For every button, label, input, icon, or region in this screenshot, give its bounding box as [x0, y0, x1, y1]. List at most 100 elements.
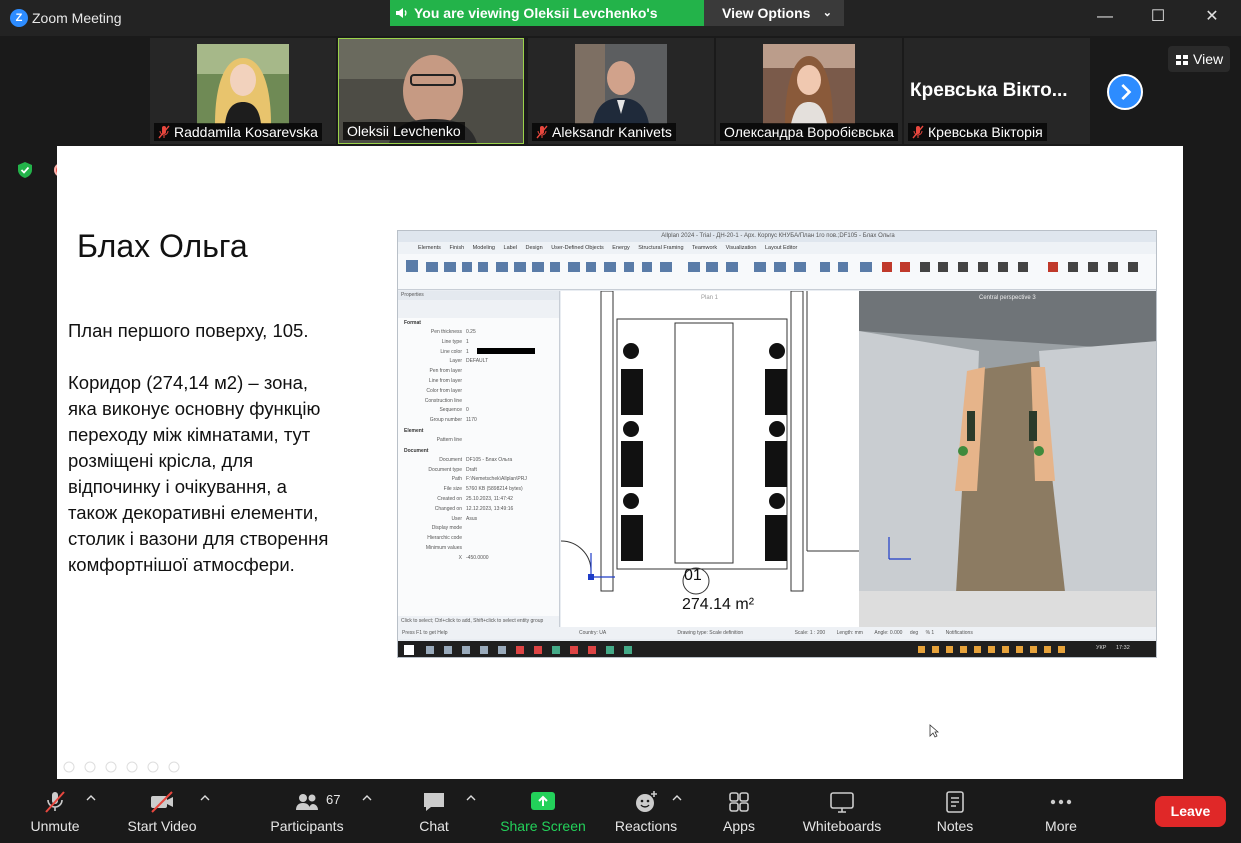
participant-tile-active[interactable]: Oleksii Levchenko [338, 38, 524, 144]
ribbon-tab: Structural Framing [638, 245, 684, 251]
share-screen-icon [531, 792, 555, 810]
shared-screen: Блах Ольга План першого поверху, 105. Ко… [57, 146, 1183, 779]
prop-row: Line from layer [428, 377, 462, 384]
reactions-button[interactable]: Reactions [612, 790, 680, 838]
leave-button[interactable]: Leave [1155, 796, 1226, 827]
minimize-button[interactable]: — [1093, 6, 1117, 28]
participant-video [763, 44, 855, 124]
close-button[interactable]: ✕ [1200, 6, 1224, 28]
start-video-button[interactable]: Start Video [124, 790, 200, 838]
perspective-3d-view: Central perspective 3 [859, 291, 1156, 627]
prop-section: Document [404, 447, 429, 454]
prop-row: Construction line [424, 397, 462, 404]
prop-section: Format [404, 320, 421, 326]
plan-tab-label: Plan 1 [701, 295, 719, 301]
title-bar: Z Zoom Meeting You are viewing Oleksii L… [0, 0, 1241, 47]
ribbon-tab: Label [503, 245, 517, 251]
allplan-properties-panel: Properties Format Pen thickness 0.25 Line… [398, 291, 560, 627]
allplan-ribbon-tabs: Elements Finish Modeling Label Design Us… [398, 242, 1156, 254]
security-shield-icon[interactable] [16, 161, 34, 179]
notes-icon [946, 791, 964, 813]
whiteboards-button[interactable]: Whiteboards [798, 790, 886, 838]
slide-title: Блах Ольга [77, 228, 248, 264]
prop-row: Document type Draft [428, 466, 477, 473]
slide-paragraph: Коридор (274,14 м2) – зона, яка виконує … [68, 372, 329, 575]
muted-mic-icon [45, 791, 65, 813]
chat-button[interactable]: Chat [410, 790, 458, 838]
more-dots-icon [1050, 799, 1072, 805]
share-screen-button[interactable]: Share Screen [498, 790, 588, 838]
notes-button[interactable]: Notes [930, 790, 980, 838]
participant-tile[interactable]: Кревська Вікто... Кревська Вікторія [904, 38, 1090, 144]
more-button[interactable]: More [1036, 790, 1086, 838]
chevron-up-icon[interactable] [86, 794, 96, 802]
ribbon-tab: Design [525, 245, 543, 251]
maximize-button[interactable]: ☐ [1146, 6, 1170, 28]
prop-row: Group number 1170 [429, 417, 477, 424]
prop-row: Pen from layer [429, 368, 462, 375]
annotation-toolbar[interactable] [63, 760, 193, 774]
floor-plan-drawing: Plan 1 [560, 290, 859, 627]
unmute-button[interactable]: Unmute [24, 790, 86, 838]
next-page-button[interactable] [1107, 74, 1143, 110]
prop-row: Color from layer [426, 387, 462, 394]
meeting-controls: Unmute Start Video Participants 67 Chat … [0, 780, 1241, 843]
apps-button[interactable]: Apps [716, 790, 762, 838]
prop-row: Hierarchic code [427, 535, 462, 542]
view-options-button[interactable]: View Options ⌄ [704, 0, 844, 26]
participant-name: Raddamila Kosarevska [154, 123, 322, 141]
reactions-icon [636, 791, 657, 812]
ribbon-tab: Energy [612, 245, 630, 251]
participant-name: Oleksii Levchenko [343, 122, 465, 140]
chevron-right-icon [1121, 83, 1132, 101]
participant-tile[interactable]: Raddamila Kosarevska [150, 38, 336, 144]
prop-row: Pen thickness 0.25 [430, 329, 476, 335]
properties-toolbar [398, 300, 559, 318]
prop-section: Element [404, 427, 424, 434]
chevron-up-icon[interactable] [200, 794, 210, 802]
viewing-screen-banner: You are viewing Oleksii Levchenko's scre… [390, 0, 704, 47]
properties-title: Properties [398, 291, 559, 300]
ribbon-tab: Visualization [725, 245, 757, 251]
prop-row: Sequence 0 [439, 407, 469, 414]
ribbon-tab: User-Defined Objects [551, 245, 604, 251]
participant-name: Кревська Вікторія [908, 123, 1047, 141]
participant-name: Aleksandr Kanivets [532, 123, 676, 141]
muted-mic-icon [536, 125, 548, 139]
prop-row: Line color 1 [398, 347, 559, 358]
muted-mic-icon [912, 125, 924, 139]
ribbon-tab: Teamwork [692, 245, 718, 251]
taskbar-language: УКР [1096, 645, 1107, 651]
apps-icon [729, 792, 749, 812]
participant-tile[interactable]: Aleksandr Kanivets [528, 38, 714, 144]
taskbar-icons [404, 645, 1065, 655]
ribbon-tab: Modeling [472, 245, 495, 251]
grid-view-icon [1176, 55, 1188, 65]
prop-row: Changed on 12.12.2023, 13:49:16 [434, 505, 514, 512]
prop-row: User Asus [451, 515, 478, 522]
video-off-icon [151, 791, 173, 813]
participant-video [197, 44, 289, 124]
prop-row: File size 5760 KB (5898214 bytes) [443, 486, 523, 493]
prop-row: X -450.0000 [458, 554, 489, 561]
participant-video [575, 44, 667, 124]
view-button[interactable]: View [1168, 46, 1230, 72]
participant-name-display: Кревська Вікто... [910, 80, 1068, 101]
room-area: 274.14 m² [682, 596, 755, 613]
participants-count: 67 [326, 792, 341, 807]
floor-plan-view: Plan 1 [560, 290, 859, 627]
taskbar-time: 17:32 [1116, 645, 1130, 651]
chevron-up-icon[interactable] [466, 794, 476, 802]
chevron-up-icon[interactable] [362, 794, 372, 802]
selection-hint: Click to select; Ctrl+click to add, Shif… [398, 616, 559, 627]
prop-row: Minimum values [425, 544, 462, 551]
prop-row: Document DF105 - Блах Ольга [439, 456, 513, 463]
allplan-status-bar: Press F1 to get Help Country: UA Drawing… [398, 627, 1156, 639]
prop-row: Layer DEFAULT [449, 358, 489, 365]
allplan-ribbon [398, 254, 1156, 290]
participants-icon [296, 794, 318, 810]
chevron-up-icon[interactable] [672, 794, 682, 802]
room-number: 01 [684, 567, 702, 584]
prop-row: Pattern line [436, 436, 462, 443]
participant-tile[interactable]: Олександра Воробієвська [716, 38, 902, 144]
